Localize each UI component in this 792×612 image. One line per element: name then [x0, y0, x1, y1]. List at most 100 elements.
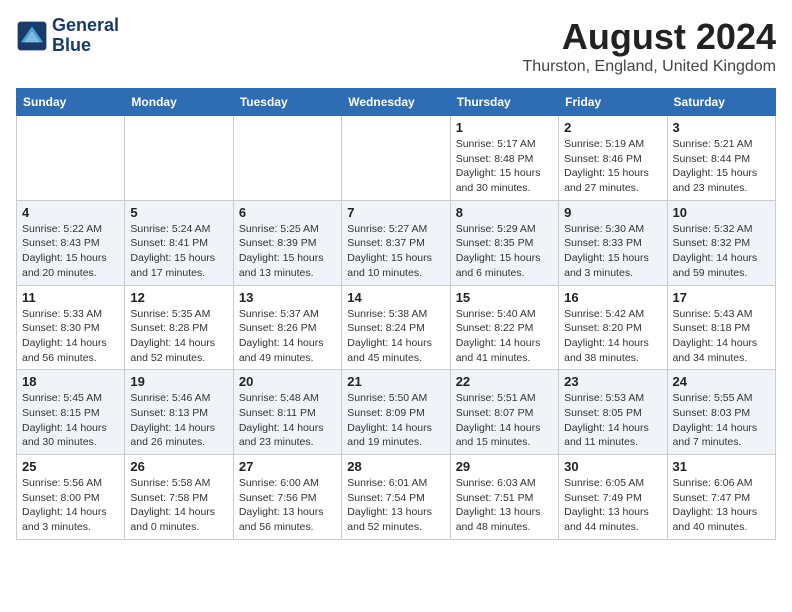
- day-info: Sunrise: 5:46 AM Sunset: 8:13 PM Dayligh…: [130, 391, 227, 450]
- calendar-header-wednesday: Wednesday: [342, 89, 450, 116]
- calendar-cell: 8Sunrise: 5:29 AM Sunset: 8:35 PM Daylig…: [450, 200, 558, 285]
- calendar-cell: 3 Sunrise: 5:21 AM Sunset: 8:44 PM Daylig…: [667, 116, 775, 201]
- calendar-cell: 15Sunrise: 5:40 AM Sunset: 8:22 PM Dayli…: [450, 285, 558, 370]
- day-number: 28: [347, 459, 444, 474]
- calendar-cell: 9Sunrise: 5:30 AM Sunset: 8:33 PM Daylig…: [559, 200, 667, 285]
- calendar-cell: 26 Sunrise: 5:58 AM Sunset: 7:58 PM Dayli…: [125, 455, 233, 540]
- day-number: 30: [564, 459, 661, 474]
- day-number: 24: [673, 374, 770, 389]
- calendar-cell: 21 Sunrise: 5:50 AM Sunset: 8:09 PM Dayli…: [342, 370, 450, 455]
- calendar-header-saturday: Saturday: [667, 89, 775, 116]
- day-number: 7: [347, 205, 444, 220]
- calendar-cell: 24 Sunrise: 5:55 AM Sunset: 8:03 PM Dayli…: [667, 370, 775, 455]
- day-number: 21: [347, 374, 444, 389]
- calendar-cell: 11 Sunrise: 5:33 AM Sunset: 8:30 PM Dayli…: [17, 285, 125, 370]
- calendar-cell: 19 Sunrise: 5:46 AM Sunset: 8:13 PM Dayli…: [125, 370, 233, 455]
- calendar-cell: 31 Sunrise: 6:06 AM Sunset: 7:47 PM Dayli…: [667, 455, 775, 540]
- day-number: 27: [239, 459, 336, 474]
- calendar-cell: 23 Sunrise: 5:53 AM Sunset: 8:05 PM Dayli…: [559, 370, 667, 455]
- logo-text: General Blue: [52, 16, 119, 56]
- calendar-week-row: 4 Sunrise: 5:22 AM Sunset: 8:43 PM Daylig…: [17, 200, 776, 285]
- calendar-cell: 6Sunrise: 5:25 AM Sunset: 8:39 PM Daylig…: [233, 200, 341, 285]
- day-info: Sunrise: 5:27 AM Sunset: 8:37 PM Dayligh…: [347, 222, 444, 281]
- calendar-cell: 25 Sunrise: 5:56 AM Sunset: 8:00 PM Dayli…: [17, 455, 125, 540]
- day-number: 2: [564, 120, 661, 135]
- day-number: 8: [456, 205, 553, 220]
- calendar-header-sunday: Sunday: [17, 89, 125, 116]
- day-number: 25: [22, 459, 119, 474]
- location: Thurston, England, United Kingdom: [523, 58, 776, 76]
- day-number: 6: [239, 205, 336, 220]
- day-number: 1: [456, 120, 553, 135]
- day-info: Sunrise: 5:19 AM Sunset: 8:46 PM Dayligh…: [564, 137, 661, 196]
- day-number: 14: [347, 290, 444, 305]
- day-info: Sunrise: 5:53 AM Sunset: 8:05 PM Dayligh…: [564, 391, 661, 450]
- calendar-cell: 17 Sunrise: 5:43 AM Sunset: 8:18 PM Dayli…: [667, 285, 775, 370]
- day-number: 29: [456, 459, 553, 474]
- calendar-week-row: 1Sunrise: 5:17 AM Sunset: 8:48 PM Daylig…: [17, 116, 776, 201]
- calendar-cell: [125, 116, 233, 201]
- day-info: Sunrise: 6:05 AM Sunset: 7:49 PM Dayligh…: [564, 476, 661, 535]
- calendar-cell: 20 Sunrise: 5:48 AM Sunset: 8:11 PM Dayli…: [233, 370, 341, 455]
- calendar-cell: 27 Sunrise: 6:00 AM Sunset: 7:56 PM Dayli…: [233, 455, 341, 540]
- logo: General Blue: [16, 16, 119, 56]
- day-info: Sunrise: 5:33 AM Sunset: 8:30 PM Dayligh…: [22, 307, 119, 366]
- day-info: Sunrise: 5:56 AM Sunset: 8:00 PM Dayligh…: [22, 476, 119, 535]
- calendar-cell: [233, 116, 341, 201]
- day-number: 18: [22, 374, 119, 389]
- calendar-cell: 13Sunrise: 5:37 AM Sunset: 8:26 PM Dayli…: [233, 285, 341, 370]
- day-number: 11: [22, 290, 119, 305]
- day-info: Sunrise: 5:50 AM Sunset: 8:09 PM Dayligh…: [347, 391, 444, 450]
- day-info: Sunrise: 5:55 AM Sunset: 8:03 PM Dayligh…: [673, 391, 770, 450]
- logo-icon: [16, 20, 48, 52]
- calendar-cell: 14 Sunrise: 5:38 AM Sunset: 8:24 PM Dayli…: [342, 285, 450, 370]
- day-number: 23: [564, 374, 661, 389]
- day-number: 13: [239, 290, 336, 305]
- day-info: Sunrise: 5:21 AM Sunset: 8:44 PM Dayligh…: [673, 137, 770, 196]
- calendar-cell: 22Sunrise: 5:51 AM Sunset: 8:07 PM Dayli…: [450, 370, 558, 455]
- calendar-header-monday: Monday: [125, 89, 233, 116]
- calendar-cell: 4 Sunrise: 5:22 AM Sunset: 8:43 PM Daylig…: [17, 200, 125, 285]
- day-number: 31: [673, 459, 770, 474]
- day-number: 19: [130, 374, 227, 389]
- day-number: 12: [130, 290, 227, 305]
- calendar-cell: 7 Sunrise: 5:27 AM Sunset: 8:37 PM Daylig…: [342, 200, 450, 285]
- calendar-header-row: SundayMondayTuesdayWednesdayThursdayFrid…: [17, 89, 776, 116]
- calendar-week-row: 11 Sunrise: 5:33 AM Sunset: 8:30 PM Dayli…: [17, 285, 776, 370]
- day-info: Sunrise: 6:06 AM Sunset: 7:47 PM Dayligh…: [673, 476, 770, 535]
- day-info: Sunrise: 5:58 AM Sunset: 7:58 PM Dayligh…: [130, 476, 227, 535]
- day-info: Sunrise: 5:22 AM Sunset: 8:43 PM Dayligh…: [22, 222, 119, 281]
- calendar-cell: 2 Sunrise: 5:19 AM Sunset: 8:46 PM Daylig…: [559, 116, 667, 201]
- day-info: Sunrise: 5:24 AM Sunset: 8:41 PM Dayligh…: [130, 222, 227, 281]
- day-info: Sunrise: 5:35 AM Sunset: 8:28 PM Dayligh…: [130, 307, 227, 366]
- day-number: 26: [130, 459, 227, 474]
- day-info: Sunrise: 6:03 AM Sunset: 7:51 PM Dayligh…: [456, 476, 553, 535]
- day-info: Sunrise: 5:30 AM Sunset: 8:33 PM Dayligh…: [564, 222, 661, 281]
- page-header: General Blue August 2024 Thurston, Engla…: [16, 16, 776, 76]
- calendar-table: SundayMondayTuesdayWednesdayThursdayFrid…: [16, 88, 776, 540]
- day-number: 20: [239, 374, 336, 389]
- day-number: 3: [673, 120, 770, 135]
- calendar-cell: 1Sunrise: 5:17 AM Sunset: 8:48 PM Daylig…: [450, 116, 558, 201]
- day-info: Sunrise: 6:00 AM Sunset: 7:56 PM Dayligh…: [239, 476, 336, 535]
- calendar-cell: 28Sunrise: 6:01 AM Sunset: 7:54 PM Dayli…: [342, 455, 450, 540]
- calendar-cell: 29 Sunrise: 6:03 AM Sunset: 7:51 PM Dayli…: [450, 455, 558, 540]
- day-info: Sunrise: 5:43 AM Sunset: 8:18 PM Dayligh…: [673, 307, 770, 366]
- month-year: August 2024: [523, 16, 776, 58]
- day-info: Sunrise: 5:45 AM Sunset: 8:15 PM Dayligh…: [22, 391, 119, 450]
- calendar-header-friday: Friday: [559, 89, 667, 116]
- day-number: 4: [22, 205, 119, 220]
- calendar-header-thursday: Thursday: [450, 89, 558, 116]
- calendar-cell: 16Sunrise: 5:42 AM Sunset: 8:20 PM Dayli…: [559, 285, 667, 370]
- day-number: 15: [456, 290, 553, 305]
- day-number: 17: [673, 290, 770, 305]
- day-info: Sunrise: 5:38 AM Sunset: 8:24 PM Dayligh…: [347, 307, 444, 366]
- calendar-cell: 18 Sunrise: 5:45 AM Sunset: 8:15 PM Dayli…: [17, 370, 125, 455]
- calendar-cell: 30 Sunrise: 6:05 AM Sunset: 7:49 PM Dayli…: [559, 455, 667, 540]
- day-number: 16: [564, 290, 661, 305]
- calendar-header-tuesday: Tuesday: [233, 89, 341, 116]
- day-info: Sunrise: 5:48 AM Sunset: 8:11 PM Dayligh…: [239, 391, 336, 450]
- calendar-cell: 10Sunrise: 5:32 AM Sunset: 8:32 PM Dayli…: [667, 200, 775, 285]
- day-number: 10: [673, 205, 770, 220]
- day-number: 22: [456, 374, 553, 389]
